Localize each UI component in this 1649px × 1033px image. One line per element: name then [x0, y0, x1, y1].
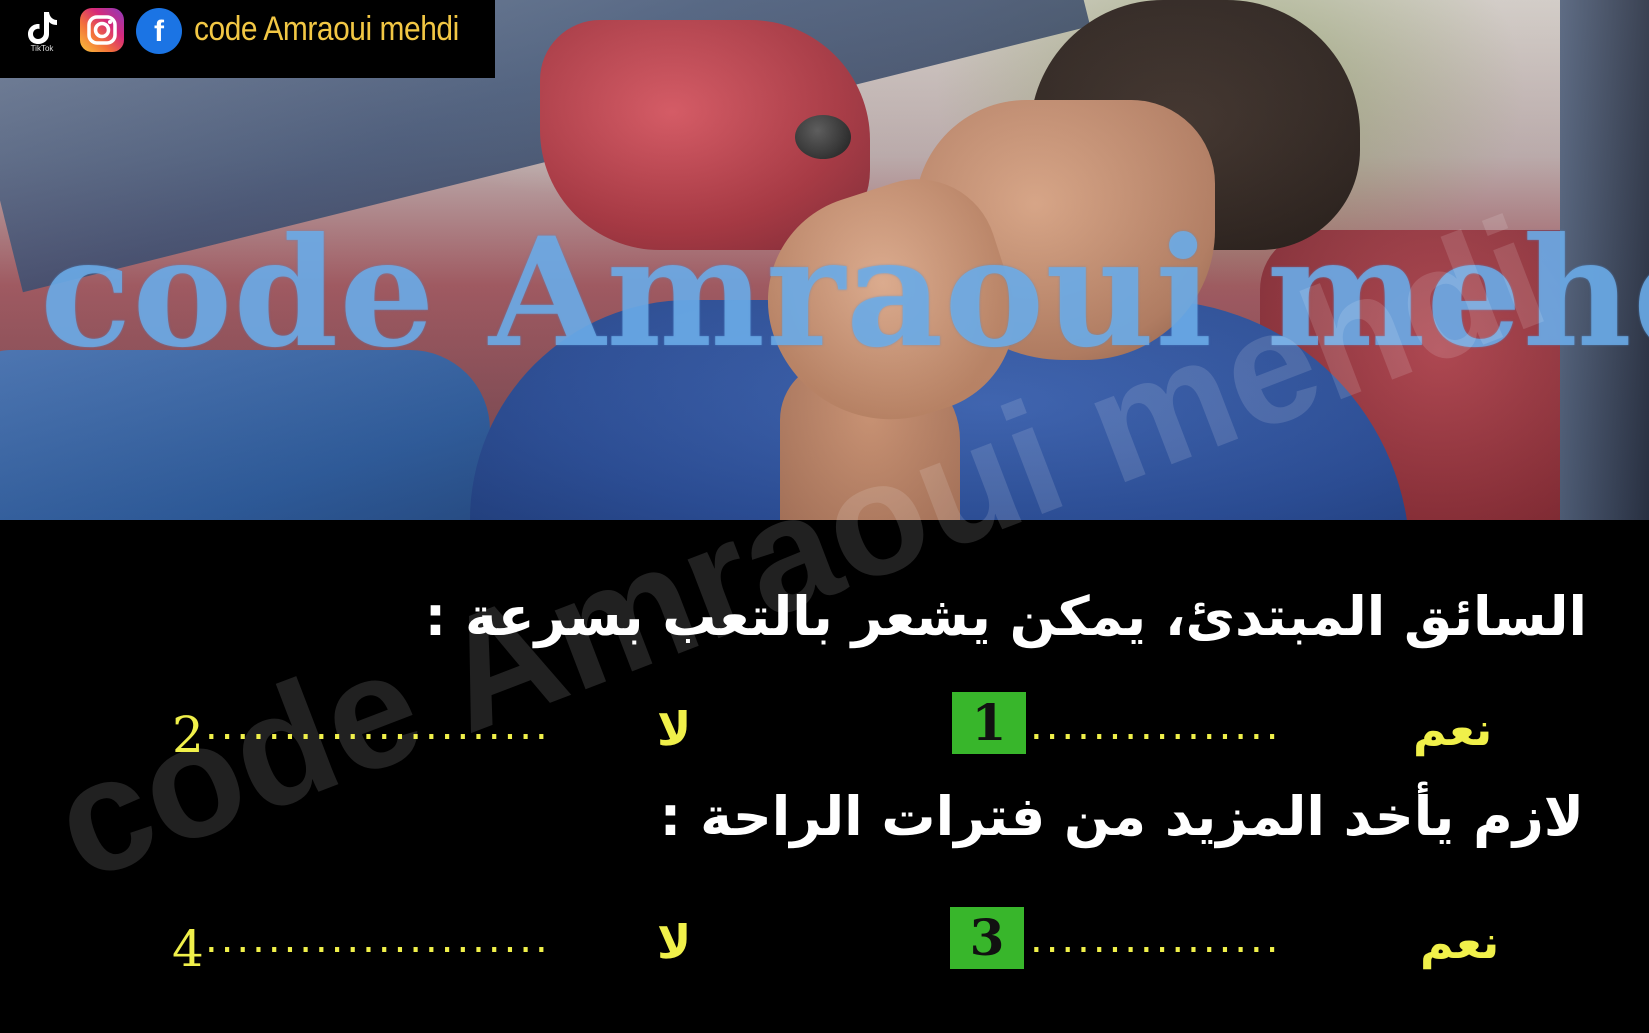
q1-option-number-2[interactable]: 2 [172, 706, 204, 764]
q2-no-label[interactable]: لا [657, 915, 691, 969]
q2-yes-dots: ................ [1030, 916, 1282, 962]
q2-answer-badge-3[interactable]: 3 [950, 907, 1024, 969]
q2-option-number-4[interactable]: 4 [172, 920, 204, 978]
q1-yes-label[interactable]: نعم [1413, 702, 1492, 756]
q2-no-dots: ...................... [205, 916, 551, 962]
question-1-text: السائق المبتدئ، يمكن يشعر بالتعب بسرعة : [424, 585, 1587, 648]
social-bar: TikTok f code Amraoui mehdi [0, 0, 495, 78]
q1-no-dots: ...................... [205, 703, 551, 749]
instagram-icon[interactable] [80, 8, 124, 52]
facebook-icon[interactable]: f [136, 8, 182, 54]
q1-yes-dots: ................ [1030, 703, 1282, 749]
q1-answer-badge-1[interactable]: 1 [952, 692, 1026, 754]
q2-yes-label[interactable]: نعم [1420, 915, 1499, 969]
question-2-text: لازم يأخد المزيد من فترات الراحة : [659, 785, 1584, 848]
channel-name: code Amraoui mehdi [194, 10, 459, 48]
q1-no-label[interactable]: لا [657, 702, 691, 756]
tiktok-label: TikTok [30, 44, 54, 53]
